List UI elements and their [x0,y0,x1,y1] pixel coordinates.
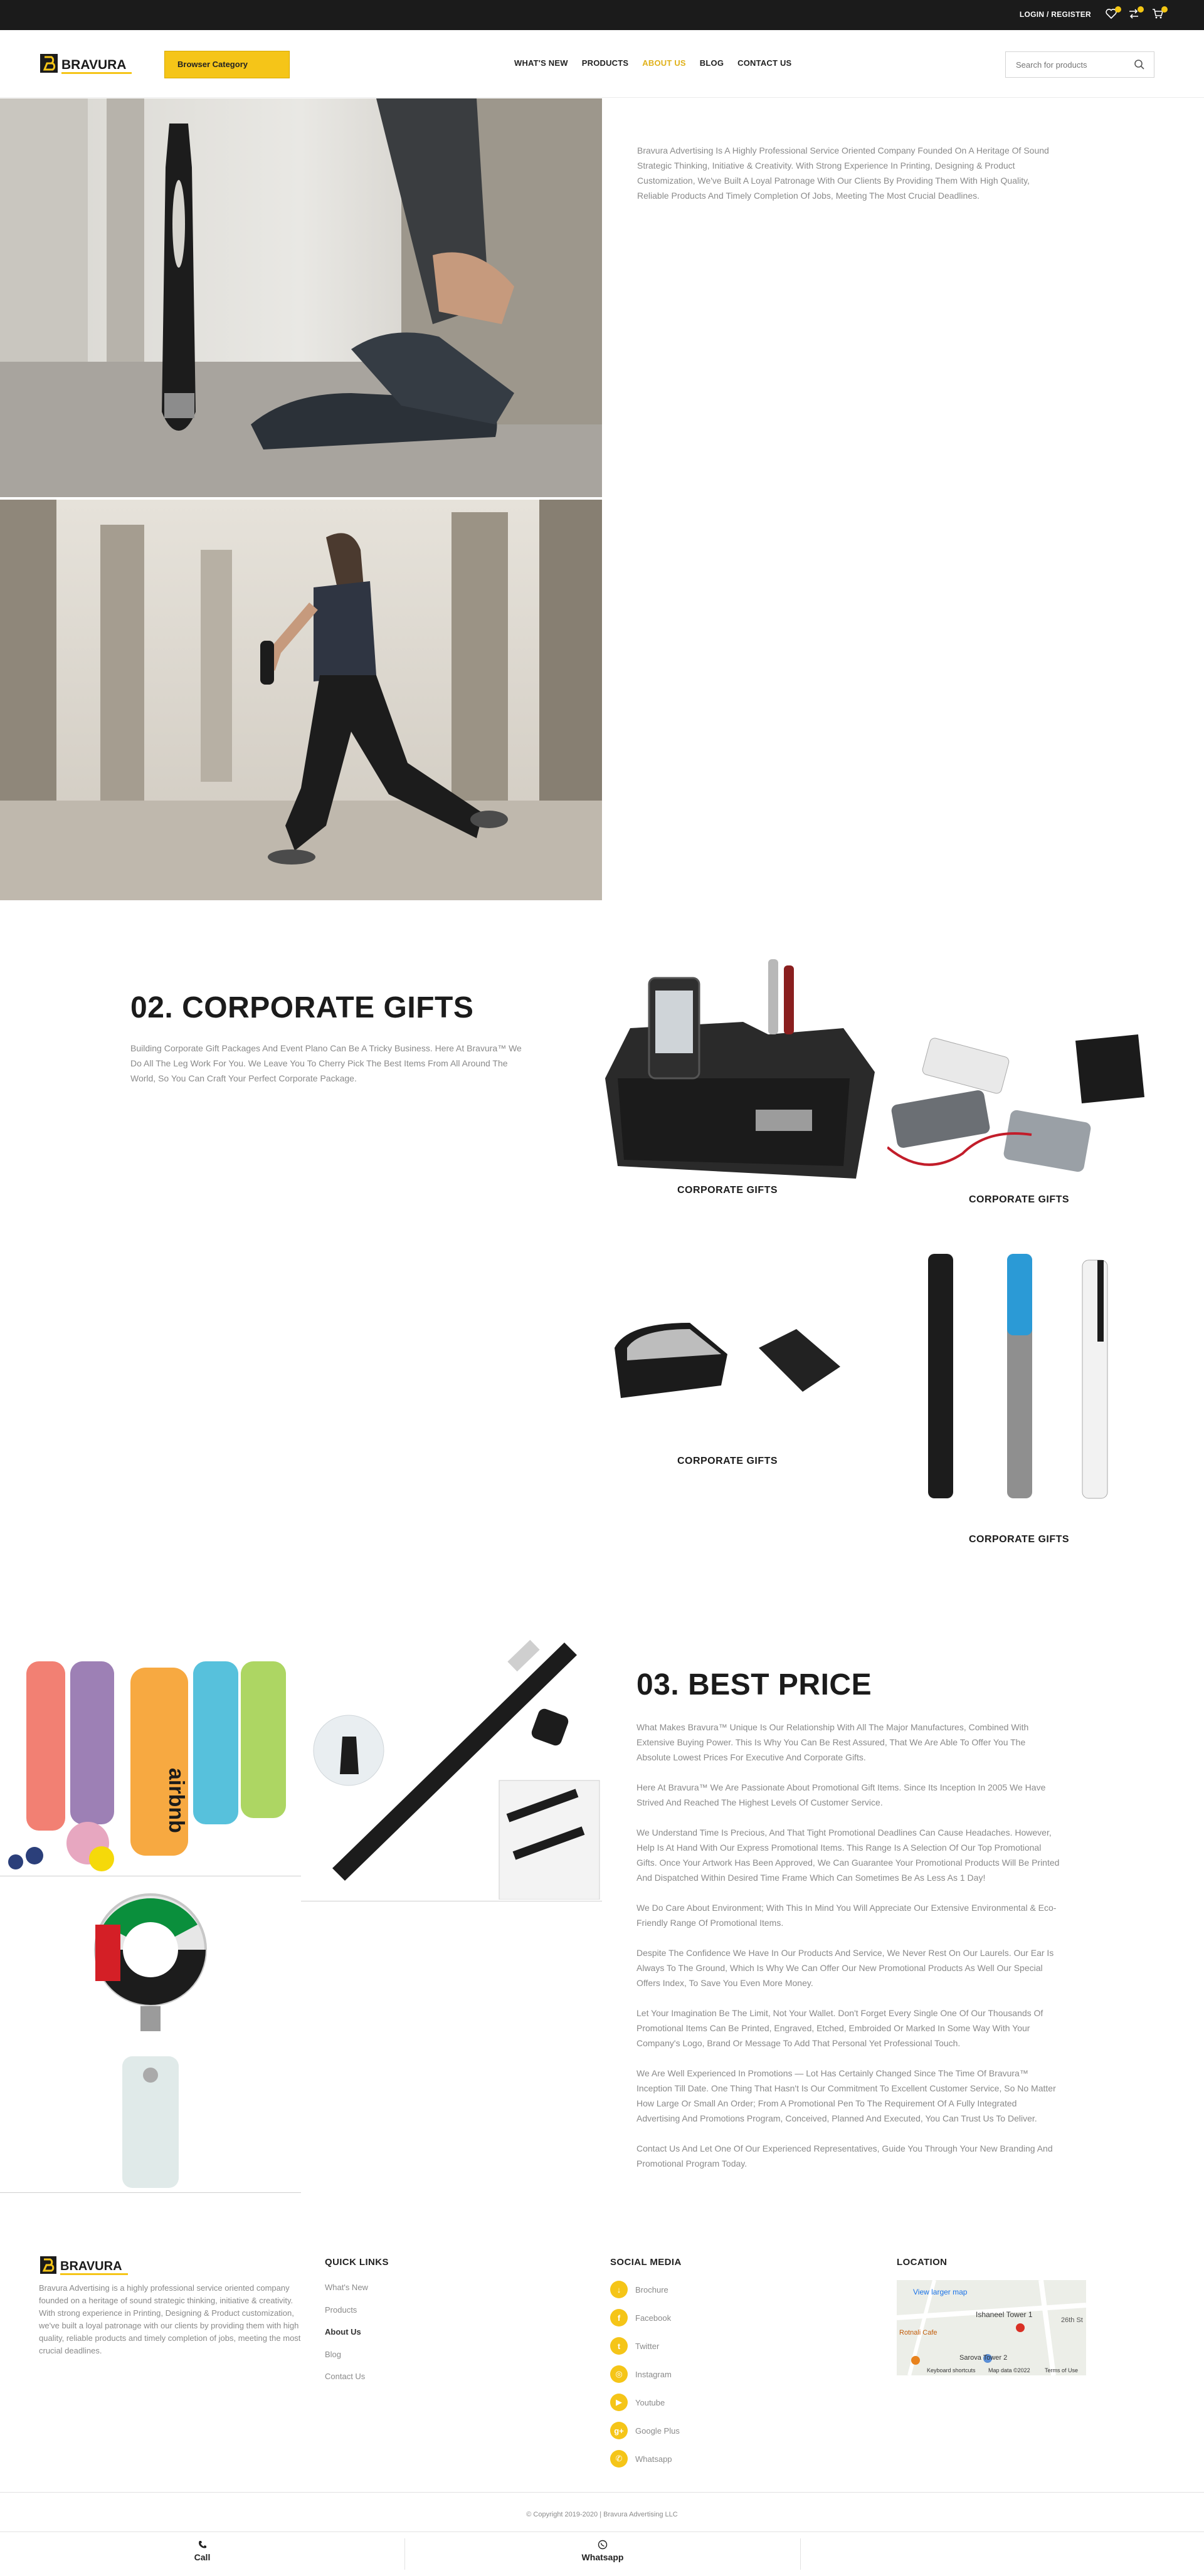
view-larger-map-link[interactable]: View larger map [913,2288,967,2296]
social-label: Twitter [635,2341,660,2351]
best-price-paragraph: Here At Bravura™ We Are Passionate About… [636,1782,1046,1807]
svg-text:BRAVURA: BRAVURA [60,2259,122,2273]
best-price-paragraph: Let Your Imagination Be The Limit, Not Y… [636,2008,1043,2048]
intro-paragraph: Bravura Advertising Is A Highly Professi… [637,145,1049,201]
bravura-logo[interactable]: BRAVURA [39,50,139,78]
best-price-paragraph: We Do Care About Environment; With This … [636,1903,1057,1928]
social-label: Youtube [635,2397,665,2407]
footer-link-blog[interactable]: Blog [325,2350,341,2359]
quick-links-title: QUICK LINKS [325,2257,389,2268]
mobile-bottom-bar: Call Whatsapp [0,2531,1204,2575]
corporate-gifts-text: Building Corporate Gift Packages And Eve… [130,1043,522,1083]
airbnb-bottle-brand: airbnb [164,1768,188,1833]
nav-whats-new[interactable]: WHAT'S NEW [514,58,568,68]
svg-text:BRAVURA: BRAVURA [61,58,126,72]
whatsapp-label: Whatsapp [581,2552,624,2562]
photo-usb-pens [916,1248,1129,1505]
social-twitter[interactable]: t Twitter [610,2337,659,2355]
youtube-icon: ▶ [610,2394,628,2411]
social-label: Brochure [635,2284,668,2295]
copyright-text: © Copyright 2019-2020 | Bravura Advertis… [526,2511,678,2518]
photo-cardholder-set [602,1310,859,1417]
map-label-tower2: Sarova Tower 2 [959,2354,1008,2362]
instagram-icon: ◎ [610,2365,628,2383]
corporate-gift-label-2[interactable]: CORPORATE GIFTS [944,1194,1094,1206]
best-price-text: What Makes Bravura™ Unique Is Our Relati… [636,1720,1060,2186]
call-label: Call [194,2552,211,2562]
whatsapp-icon [598,2540,608,2550]
phone-icon [198,2540,208,2550]
location-title: LOCATION [897,2257,948,2268]
compare-icon[interactable] [1127,6,1144,21]
photo-fruit-infuser-bottles: airbnb [0,1643,301,1874]
social-facebook[interactable]: f Facebook [610,2308,671,2327]
bottom-bar-divider [800,2538,801,2570]
footer-divider [0,2492,1204,2493]
social-youtube[interactable]: ▶ Youtube [610,2393,665,2412]
search-box [1005,51,1154,78]
best-price-paragraph: Contact Us And Let One Of Our Experience… [636,2143,1053,2169]
facebook-icon: f [610,2309,628,2326]
nav-blog[interactable]: BLOG [700,58,724,68]
image-divider-3 [0,2192,301,2193]
corporate-gift-label-3[interactable]: CORPORATE GIFTS [652,1456,803,1467]
best-price-paragraph: Despite The Confidence We Have In Our Pr… [636,1948,1054,1988]
map-terms-link[interactable]: Terms of Use [1045,2367,1078,2374]
corporate-gift-label-1[interactable]: CORPORATE GIFTS [652,1185,803,1196]
nav-about-us[interactable]: ABOUT US [642,58,686,68]
social-google-plus[interactable]: g+ Google Plus [610,2421,680,2440]
search-input[interactable] [1006,52,1125,77]
social-instagram[interactable]: ◎ Instagram [610,2365,672,2384]
map-label-road: 26th St [1061,2316,1083,2324]
photo-runner-with-bottle [0,500,602,900]
whatsapp-button[interactable]: Whatsapp [405,2532,800,2576]
site-header: BRAVURA Browser Category WHAT'S NEW PROD… [0,30,1204,98]
whatsapp-icon: ✆ [610,2450,628,2468]
location-map[interactable]: View larger map Ishaneel Tower 1 Rotnali… [897,2280,1086,2375]
footer-logo[interactable]: BRAVURA [39,2254,139,2279]
search-icon[interactable] [1134,59,1145,70]
social-label: Whatsapp [635,2454,672,2464]
heart-icon[interactable] [1105,6,1121,21]
social-label: Instagram [635,2369,672,2379]
best-price-paragraph: We Are Well Experienced In Promotions — … [636,2068,1056,2123]
map-label-tower1: Ishaneel Tower 1 [976,2310,1033,2319]
login-register-link[interactable]: LOGIN / REGISTER [1020,10,1091,19]
photo-badge-reel [0,1887,301,2191]
social-label: Facebook [635,2313,672,2323]
google-plus-icon: g+ [610,2422,628,2439]
corporate-gift-label-4[interactable]: CORPORATE GIFTS [944,1534,1094,1545]
nav-products[interactable]: PRODUCTS [582,58,629,68]
nav-contact-us[interactable]: CONTACT US [737,58,791,68]
social-brochure[interactable]: ↓ Brochure [610,2280,668,2299]
download-icon: ↓ [610,2281,628,2298]
cart-icon[interactable] [1151,6,1168,21]
footer-link-whats-new[interactable]: What's New [325,2283,368,2292]
map-label-cafe: Rotnali Cafe [899,2329,937,2337]
footer-link-products[interactable]: Products [325,2305,357,2315]
social-media-title: SOCIAL MEDIA [610,2257,682,2268]
photo-powerbank-cardcase [887,1028,1151,1191]
best-price-paragraph: We Understand Time Is Precious, And That… [636,1827,1060,1883]
social-label: Google Plus [635,2426,680,2436]
social-whatsapp[interactable]: ✆ Whatsapp [610,2449,672,2468]
top-bar: LOGIN / REGISTER [0,0,1204,30]
photo-desk-organizer [580,953,875,1179]
footer-link-about-us[interactable]: About Us [325,2327,361,2337]
footer-link-contact-us[interactable]: Contact Us [325,2372,365,2381]
main-nav: WHAT'S NEW PRODUCTS ABOUT US BLOG CONTAC… [514,58,791,68]
best-price-paragraph: What Makes Bravura™ Unique Is Our Relati… [636,1722,1029,1762]
corporate-gifts-title: 02. CORPORATE GIFTS [130,991,474,1024]
browse-category-button[interactable]: Browser Category [164,51,290,78]
photo-usb-pen [301,1630,602,1900]
photo-bottle-sneakers [0,98,602,497]
best-price-title: 03. BEST PRICE [636,1668,872,1701]
map-keyboard-shortcuts[interactable]: Keyboard shortcuts [927,2367,976,2374]
call-button[interactable]: Call [0,2532,404,2576]
twitter-icon: t [610,2337,628,2355]
footer-about-text: Bravura Advertising is a highly professi… [39,2283,301,2355]
map-data-credit: Map data ©2022 [988,2367,1030,2374]
